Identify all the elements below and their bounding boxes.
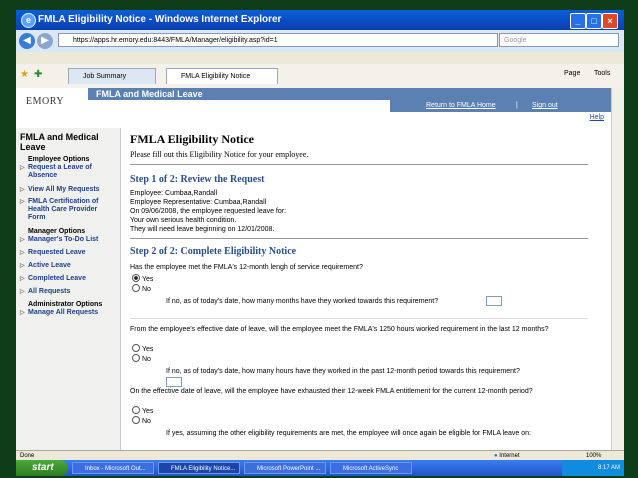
link-separator: |: [516, 102, 518, 109]
divider: [130, 318, 588, 319]
add-favorite-icon[interactable]: ✚: [34, 69, 42, 80]
sidebar-item-request-leave[interactable]: ▷ Request a Leave of Absence: [20, 164, 116, 180]
page-content: EMORY FMLA and Medical Leave Return to F…: [16, 88, 624, 450]
taskbar-item-outlook[interactable]: Inbox - Microsoft Out...: [72, 462, 154, 474]
sidebar-item-requested[interactable]: ▷ Requested Leave: [20, 249, 116, 257]
request-date: On 09/06/2008, the employee requested le…: [130, 208, 287, 215]
leave-reason: Your own serious health condition.: [130, 217, 237, 224]
q3-followup: If yes, assuming the other eligibility r…: [166, 430, 531, 437]
top-links: Return to FMLA Home | Sign out: [390, 100, 618, 112]
forward-icon[interactable]: ▶: [37, 33, 53, 49]
tab-bar: ★ ✚ Job Summary FMLA Eligibility Notice …: [16, 64, 624, 89]
close-button[interactable]: ×: [602, 13, 618, 29]
back-icon[interactable]: ◀: [19, 33, 35, 49]
minimize-button[interactable]: _: [570, 13, 586, 29]
employee-rep: Employee Representative: Cumbaa,Randall: [130, 199, 267, 206]
question-hours-worked: From the employee's effective date of le…: [130, 326, 549, 333]
taskbar: start Inbox - Microsoft Out... FMLA Elig…: [16, 460, 624, 476]
q3-yes-radio[interactable]: Yes: [132, 406, 153, 415]
admin-options-heading: Administrator Options: [28, 301, 103, 308]
tab-fmla-eligibility[interactable]: FMLA Eligibility Notice: [166, 68, 278, 84]
divider: [130, 238, 588, 239]
manager-options-heading: Manager Options: [28, 228, 86, 235]
page-title: FMLA Eligibility Notice: [130, 132, 254, 146]
employee-name: Employee: Cumbaa,Randall: [130, 190, 218, 197]
step2-heading: Step 2 of 2: Complete Eligibility Notice: [130, 246, 297, 257]
taskbar-item-activesync[interactable]: Microsoft ActiveSync: [330, 462, 412, 474]
tab-job-summary[interactable]: Job Summary: [68, 68, 156, 84]
sidebar-item-view-requests[interactable]: ▷ View All My Requests: [20, 186, 116, 194]
hours-worked-input[interactable]: [166, 377, 182, 387]
sidebar-item-manage-all[interactable]: ▷ Manage All Requests: [20, 309, 116, 317]
title-bar: e FMLA Eligibility Notice - Windows Inte…: [16, 10, 624, 30]
clock: 8:17 AM: [597, 465, 620, 471]
return-home-link[interactable]: Return to FMLA Home: [426, 100, 496, 112]
url-input[interactable]: https://apps.hr.emory.edu:8443/FMLA/Mana…: [58, 33, 498, 47]
sidebar-title: FMLA and Medical Leave: [20, 132, 99, 152]
intro-text: Please fill out this Eligibility Notice …: [130, 150, 309, 159]
divider: [130, 164, 588, 165]
leave-begin: They will need leave beginning on 12/01/…: [130, 226, 275, 233]
page-menu[interactable]: Page: [564, 70, 580, 77]
q1-yes-radio[interactable]: Yes: [132, 274, 153, 283]
employee-options-heading: Employee Options: [28, 156, 90, 163]
page-banner: EMORY FMLA and Medical Leave Return to F…: [16, 88, 624, 121]
maximize-button[interactable]: □: [586, 13, 602, 29]
q2-yes-radio[interactable]: Yes: [132, 344, 153, 353]
tools-menu[interactable]: Tools: [594, 70, 610, 77]
question-service-length: Has the employee met the FMLA's 12-month…: [130, 264, 363, 271]
q2-no-radio[interactable]: No: [132, 354, 151, 363]
favorites-star-icon[interactable]: ★: [20, 69, 29, 80]
system-tray: 8:17 AM: [562, 460, 624, 476]
app-title: FMLA and Medical Leave: [88, 88, 618, 100]
address-bar: ◀ ▶ https://apps.hr.emory.edu:8443/FMLA/…: [16, 30, 624, 53]
vertical-scrollbar[interactable]: [611, 88, 624, 450]
sidebar-item-todo[interactable]: ▷ Manager's To-Do List: [20, 236, 116, 244]
signout-link[interactable]: Sign out: [532, 100, 558, 112]
q3-no-radio[interactable]: No: [132, 416, 151, 425]
question-entitlement: On the effective date of leave, will the…: [130, 388, 533, 395]
taskbar-item-ie[interactable]: FMLA Eligibility Notice...: [158, 462, 240, 474]
step1-heading: Step 1 of 2: Review the Request: [130, 174, 265, 185]
emory-logo: EMORY: [26, 96, 65, 107]
sidebar-item-all-requests[interactable]: ▷ All Requests: [20, 288, 116, 296]
sidebar: FMLA and Medical Leave Employee Options …: [16, 128, 121, 450]
start-button[interactable]: start: [16, 460, 68, 476]
months-worked-input[interactable]: [486, 296, 502, 306]
q1-no-radio[interactable]: No: [132, 284, 151, 293]
sidebar-item-active[interactable]: ▷ Active Leave: [20, 262, 116, 270]
browser-window: e FMLA Eligibility Notice - Windows Inte…: [16, 10, 624, 476]
search-input[interactable]: Google: [499, 33, 619, 47]
sidebar-item-completed[interactable]: ▷ Completed Leave: [20, 275, 116, 283]
taskbar-item-powerpoint[interactable]: Microsoft PowerPoint ...: [244, 462, 326, 474]
window-title: FMLA Eligibility Notice - Windows Intern…: [38, 14, 282, 25]
q1-followup: If no, as of today's date, how many mont…: [166, 298, 439, 305]
help-link[interactable]: Help: [590, 114, 604, 121]
sidebar-item-certification[interactable]: ▷ FMLA Certification of Health Care Provi…: [20, 198, 116, 222]
ie-logo-icon: e: [21, 13, 36, 28]
q2-followup: If no, as of today's date, how many hour…: [166, 368, 520, 375]
